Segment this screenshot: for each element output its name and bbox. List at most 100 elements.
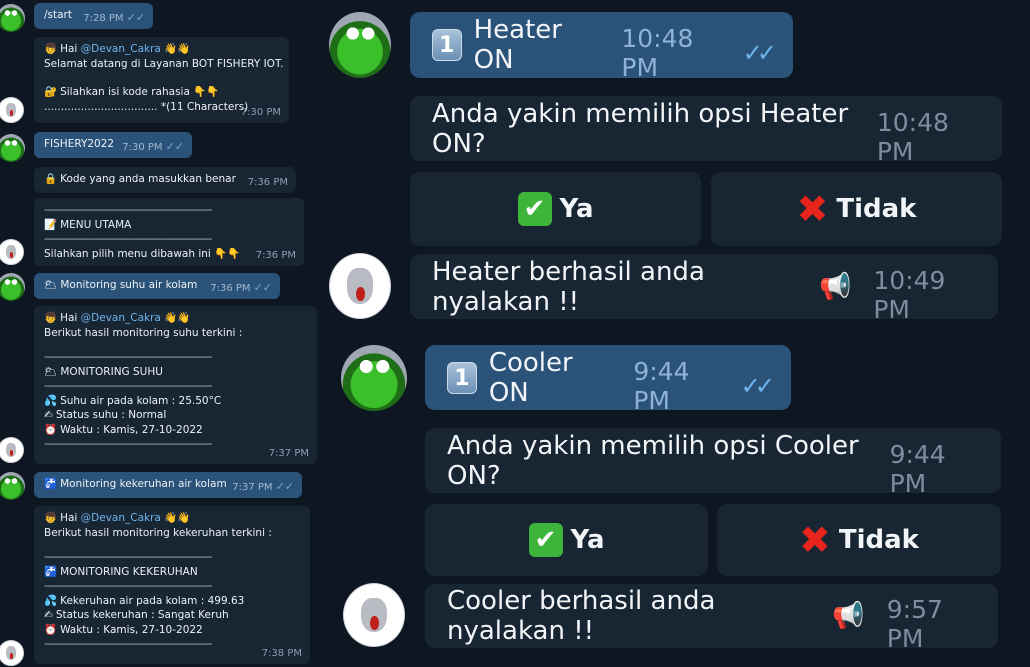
secret-code-line: 🔐 Silahkan isi kode rahasia 👇👇 (44, 85, 279, 100)
greeting-line: 👦 Hai @Devan_Cakra 👋👋 (44, 511, 300, 526)
message-text: Kode yang anda masukkan benar (60, 173, 236, 185)
heater-yes-button[interactable]: ✔ Ya (410, 172, 701, 246)
bot-avatar[interactable] (0, 437, 24, 463)
greeting-text: Hai (60, 43, 78, 55)
result-row: ✍ Status kekeruhan : Sangat Keruh (44, 608, 300, 623)
message-text: Cooler berhasil anda nyalakan !! (447, 586, 716, 646)
right-chat-panel: 1 Heater ON 10:48 PM ✓✓ Anda yakin memil… (325, 0, 1030, 667)
message-heater-success[interactable]: Heater berhasil anda nyalakan !! 📢 10:49… (410, 254, 998, 324)
message-text: Anda yakin memilih opsi Heater ON? (432, 98, 849, 159)
megaphone-icon: 📢 (832, 601, 865, 631)
user-avatar[interactable] (0, 273, 25, 301)
message-welcome[interactable]: 👦 Hai @Devan_Cakra 👋👋 Selamat datang di L… (34, 37, 289, 123)
boy-icon: 👦 (44, 312, 58, 324)
welcome-text: Selamat datang di Layanan BOT FISHERY IO… (44, 57, 284, 70)
bot-avatar[interactable] (329, 253, 391, 319)
droplets-icon: 💦 (44, 594, 58, 607)
result-row: ⏰ Waktu : Kamis, 27-10-2022 (44, 423, 307, 438)
result-title-text: MONITORING SUHU (60, 365, 163, 378)
button-label: Tidak (838, 525, 919, 555)
writing-hand-icon: ✍ (44, 409, 53, 421)
message-text: /start (44, 9, 72, 21)
menu-title: 📝 MENU UTAMA (44, 218, 294, 233)
message-time: 10:48 PM (621, 24, 694, 82)
user-avatar[interactable] (0, 4, 25, 32)
message-time: 10:49 PM (873, 265, 946, 324)
menu-title-text: MENU UTAMA (60, 218, 132, 231)
message-time: 7:36 PM ✓✓ (210, 281, 272, 297)
cooler-no-button[interactable]: ✖ Tidak (717, 504, 1001, 576)
button-label: Ya (559, 194, 594, 224)
memo-icon: 📝 (44, 218, 58, 231)
message-start-command[interactable]: /start 7:28 PM ✓✓ (34, 3, 153, 29)
user-mention-link[interactable]: @Devan_Cakra (81, 312, 161, 324)
keycap-one-icon: 1 (432, 29, 462, 61)
user-mention-link[interactable]: @Devan_Cakra (81, 512, 161, 524)
result-intro: Berikut hasil monitoring kekeruhan terki… (44, 526, 272, 539)
user-avatar[interactable] (0, 472, 25, 500)
message-monitor-turbidity[interactable]: 🚰 Monitoring kekeruhan air kolam 7:37 PM ✓… (34, 472, 302, 498)
message-time: 7:38 PM (261, 647, 302, 659)
bot-avatar[interactable] (0, 640, 24, 666)
read-check-icon: ✓✓ (740, 371, 775, 400)
greeting-line: 👦 Hai @Devan_Cakra 👋👋 (44, 311, 307, 326)
divider: ----------------------------------------… (44, 351, 212, 363)
message-time: 9:57 PM (886, 595, 943, 653)
left-chat-panel: /start 7:28 PM ✓✓ 👦 Hai @Devan_Cakra 👋👋 Se… (0, 0, 325, 667)
message-cooler-confirm[interactable]: Anda yakin memilih opsi Cooler ON? 9:44 … (425, 428, 1001, 498)
check-mark-icon: ✔ (517, 192, 552, 226)
wave-icon: 👋👋 (164, 312, 191, 324)
droplets-icon: 💦 (44, 394, 58, 407)
message-text: FISHERY2022 (44, 138, 115, 150)
check-mark-icon: ✔ (528, 523, 563, 557)
result-title: 🌥 MONITORING SUHU (44, 365, 307, 380)
heater-no-button[interactable]: ✖ Tidak (711, 172, 1002, 246)
message-code-correct[interactable]: 🔒 Kode yang anda masukkan benar 7:36 PM (34, 167, 296, 193)
bot-avatar[interactable] (0, 239, 24, 265)
user-mention-link[interactable]: @Devan_Cakra (81, 43, 161, 55)
message-time: 7:30 PM ✓✓ (122, 140, 184, 156)
faucet-icon: 🚰 (44, 565, 58, 578)
message-time: 7:37 PM ✓✓ (232, 480, 294, 496)
time-label: 7:28 PM (83, 12, 124, 24)
message-time: 9:44 PM (633, 356, 690, 415)
wave-icon: 👋👋 (164, 512, 191, 524)
result-time: Waktu : Kamis, 27-10-2022 (60, 623, 203, 636)
read-check-icon: ✓✓ (126, 10, 145, 24)
result-row: 💦 Kekeruhan air pada kolam : 499.63 (44, 594, 300, 609)
message-cooler-command[interactable]: 1 Cooler ON 9:44 PM ✓✓ (425, 345, 791, 415)
user-avatar[interactable] (0, 134, 25, 162)
boy-icon: 👦 (44, 43, 58, 55)
cooler-yes-button[interactable]: ✔ Ya (425, 504, 708, 576)
divider: ----------------------------------------… (44, 438, 212, 450)
point-down-icon: 👇👇 (214, 247, 241, 260)
button-label: Tidak (836, 194, 917, 224)
bot-avatar[interactable] (0, 97, 24, 123)
message-turbidity-result[interactable]: 👦 Hai @Devan_Cakra 👋👋 Berikut hasil monit… (34, 506, 310, 664)
divider: ----------------------------------------… (44, 551, 212, 563)
alarm-clock-icon: ⏰ (44, 623, 58, 636)
message-heater-command[interactable]: 1 Heater ON 10:48 PM ✓✓ (410, 12, 793, 82)
message-code-input[interactable]: FISHERY2022 7:30 PM ✓✓ (34, 132, 192, 158)
message-text: Heater berhasil anda nyalakan !! (432, 256, 705, 317)
message-monitor-temp[interactable]: 🌥 Monitoring suhu air kolam 7:36 PM ✓✓ (34, 273, 280, 299)
message-cooler-success[interactable]: Cooler berhasil anda nyalakan !! 📢 9:57 … (425, 584, 998, 653)
lock-icon: 🔒 (44, 173, 58, 185)
message-main-menu[interactable]: ----------------------------------------… (34, 198, 304, 266)
megaphone-icon: 📢 (818, 271, 852, 302)
message-temp-result[interactable]: 👦 Hai @Devan_Cakra 👋👋 Berikut hasil monit… (34, 306, 317, 464)
bot-avatar[interactable] (343, 583, 405, 647)
read-check-icon: ✓✓ (165, 139, 184, 153)
user-avatar[interactable] (341, 345, 407, 411)
user-avatar[interactable] (329, 12, 391, 78)
divider: ----------------------------------------… (44, 580, 212, 592)
result-time: Waktu : Kamis, 27-10-2022 (60, 423, 203, 436)
time-label: 7:30 PM (122, 141, 163, 153)
message-text: Anda yakin memilih opsi Cooler ON? (447, 430, 859, 491)
temperature-status: Status suhu : Normal (55, 409, 167, 421)
divider: ----------------------------------------… (44, 380, 212, 392)
message-heater-confirm[interactable]: Anda yakin memilih opsi Heater ON? 10:48… (410, 96, 1002, 166)
greeting-text: Hai (60, 312, 78, 324)
message-time: 7:28 PM ✓✓ (83, 11, 145, 27)
message-text: Heater ON (473, 15, 562, 75)
